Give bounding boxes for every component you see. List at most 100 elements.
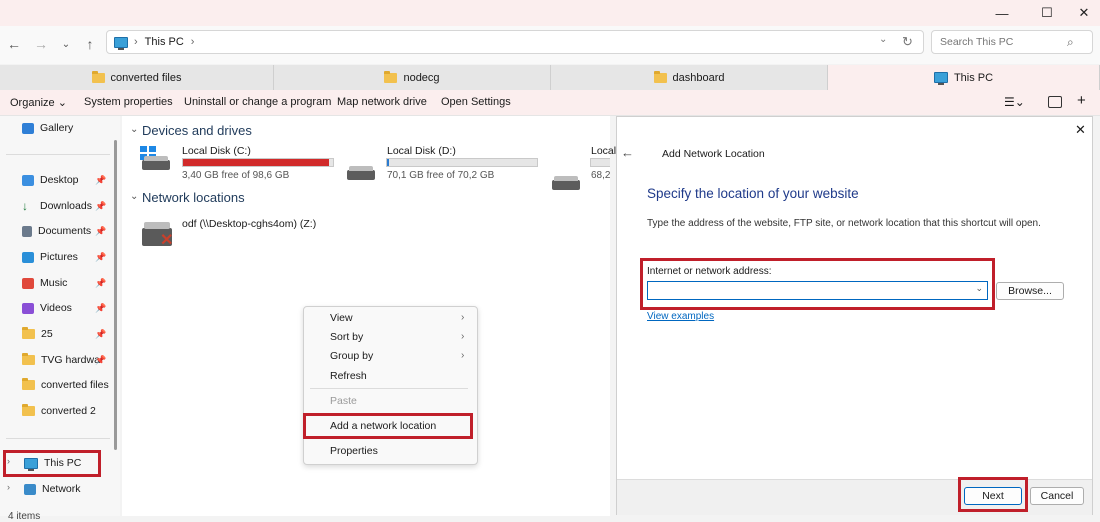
sidebar-item-label: Network xyxy=(42,483,81,495)
sidebar-item-25[interactable]: 25 xyxy=(22,324,53,344)
document-icon xyxy=(22,225,32,237)
disconnected-x-icon: ✕ xyxy=(160,232,174,249)
sidebar-item-videos[interactable]: Videos xyxy=(22,298,72,318)
menu-item-properties[interactable]: Properties xyxy=(330,445,378,457)
collapse-chevron-icon[interactable]: ⌄ xyxy=(130,124,138,135)
music-icon xyxy=(22,277,34,289)
folder-icon xyxy=(22,353,35,365)
close-window-button[interactable]: ✕ xyxy=(1064,0,1100,26)
drive-3-free: 68,2 xyxy=(591,170,611,181)
map-network-drive-button[interactable]: Map network drive xyxy=(337,96,427,108)
dialog-back-arrow-icon[interactable]: ← xyxy=(621,145,634,160)
drive-3-icon xyxy=(552,176,580,190)
sidebar-item-label: Pictures xyxy=(40,251,78,263)
folder-icon xyxy=(22,327,35,339)
pin-icon[interactable]: 📌 xyxy=(95,201,106,212)
sidebar-item-network[interactable]: Network xyxy=(24,479,81,499)
refresh-icon[interactable]: ↻ xyxy=(902,34,913,50)
sidebar-item-pictures[interactable]: Pictures xyxy=(22,247,78,267)
tab-this-pc[interactable]: This PC xyxy=(828,65,1100,90)
folder-icon xyxy=(653,70,667,83)
menu-item-view[interactable]: View xyxy=(330,312,353,324)
new-tab-icon[interactable]: + xyxy=(1077,92,1086,109)
dialog-description: Type the address of the website, FTP sit… xyxy=(647,218,1041,229)
view-options-icon[interactable]: ☰⌄ xyxy=(1004,95,1025,109)
minimize-button[interactable]: — xyxy=(982,0,1022,26)
sidebar-item-gallery[interactable]: Gallery xyxy=(22,118,73,138)
pin-icon[interactable]: 📌 xyxy=(95,303,106,314)
expand-chevron-icon[interactable]: › xyxy=(7,482,10,492)
forward-arrow-icon[interactable]: → xyxy=(30,34,52,54)
sidebar-item-downloads[interactable]: ↓ Downloads xyxy=(22,196,92,216)
sidebar-scrollbar[interactable] xyxy=(114,140,117,450)
up-arrow-icon[interactable]: ↑ xyxy=(79,34,101,54)
search-box[interactable]: ⌕ xyxy=(931,30,1093,54)
sidebar-item-label: Videos xyxy=(40,302,72,314)
highlight-address-field xyxy=(640,258,995,310)
recent-chevron-icon[interactable]: ⌄ xyxy=(55,34,77,54)
collapse-chevron-icon[interactable]: ⌄ xyxy=(130,191,138,202)
pin-icon[interactable]: 📌 xyxy=(95,355,106,366)
address-dropdown-icon[interactable]: ⌄ xyxy=(879,34,887,45)
pin-icon[interactable]: 📌 xyxy=(95,252,106,263)
drive-c-name[interactable]: Local Disk (C:) xyxy=(182,145,251,157)
breadcrumb-separator: › xyxy=(134,36,138,48)
sidebar-item-documents[interactable]: Documents xyxy=(22,221,91,241)
menu-item-sort-by[interactable]: Sort by xyxy=(330,331,363,343)
pin-icon[interactable]: 📌 xyxy=(95,278,106,289)
organize-button[interactable]: Organize ⌄ xyxy=(10,96,67,109)
drive-c-icon xyxy=(142,156,170,170)
gallery-icon xyxy=(22,122,34,134)
menu-item-refresh[interactable]: Refresh xyxy=(330,370,367,382)
drive-c-free: 3,40 GB free of 98,6 GB xyxy=(182,170,290,181)
sidebar-item-tvg-hardware[interactable]: TVG hardwar xyxy=(22,350,103,370)
pin-icon[interactable]: 📌 xyxy=(95,329,106,340)
context-menu xyxy=(303,306,478,465)
search-input[interactable] xyxy=(938,35,1067,49)
network-locations-heading[interactable]: Network locations xyxy=(142,190,245,205)
title-bar xyxy=(0,0,1100,26)
drive-d-icon xyxy=(347,166,375,180)
sidebar-item-converted-files[interactable]: converted files xyxy=(22,375,109,395)
folder-icon xyxy=(91,70,105,83)
sidebar-item-label: converted files xyxy=(41,379,109,391)
sidebar-item-converted-2[interactable]: converted 2 xyxy=(22,401,96,421)
cancel-button[interactable]: Cancel xyxy=(1030,487,1084,505)
status-item-count: 4 items xyxy=(8,511,41,522)
back-arrow-icon[interactable]: ← xyxy=(3,34,25,54)
drive-d-name[interactable]: Local Disk (D:) xyxy=(387,145,456,157)
sidebar-item-label: Desktop xyxy=(40,174,79,186)
browse-button[interactable]: Browse... xyxy=(996,282,1064,300)
dialog-title: Add Network Location xyxy=(662,148,765,160)
open-settings-button[interactable]: Open Settings xyxy=(441,96,511,108)
maximize-button[interactable]: ☐ xyxy=(1027,0,1067,26)
folder-icon xyxy=(22,404,35,416)
submenu-chevron-icon: › xyxy=(461,350,465,361)
dialog-close-icon[interactable]: ✕ xyxy=(1075,122,1086,138)
menu-item-group-by[interactable]: Group by xyxy=(330,350,373,362)
sidebar-divider xyxy=(6,154,110,155)
highlight-this-pc xyxy=(3,450,101,477)
breadcrumb-this-pc[interactable]: This PC xyxy=(145,36,184,48)
pin-icon[interactable]: 📌 xyxy=(95,226,106,237)
video-icon xyxy=(22,302,34,314)
this-pc-icon xyxy=(114,36,128,50)
sidebar-item-label: Downloads xyxy=(40,200,92,212)
devices-heading[interactable]: Devices and drives xyxy=(142,123,252,138)
address-bar[interactable]: › This PC › ⌄ ↻ xyxy=(106,30,924,54)
menu-item-paste: Paste xyxy=(330,395,357,407)
uninstall-program-button[interactable]: Uninstall or change a program xyxy=(184,96,331,108)
view-examples-link[interactable]: View examples xyxy=(647,311,714,322)
tab-converted-files[interactable]: converted files xyxy=(0,65,274,90)
network-drive-name[interactable]: odf (\\Desktop-cghs4om) (Z:) xyxy=(182,218,316,230)
pin-icon[interactable]: 📌 xyxy=(95,175,106,186)
pictures-icon xyxy=(22,251,34,263)
sidebar-item-music[interactable]: Music xyxy=(22,273,67,293)
search-icon[interactable]: ⌕ xyxy=(1067,35,1074,50)
tab-dashboard[interactable]: dashboard xyxy=(551,65,828,90)
details-pane-icon[interactable] xyxy=(1048,96,1062,108)
system-properties-button[interactable]: System properties xyxy=(84,96,173,108)
tab-nodecg[interactable]: nodecg xyxy=(274,65,551,90)
drive-3-name[interactable]: Local xyxy=(591,145,616,157)
sidebar-item-desktop[interactable]: Desktop xyxy=(22,170,79,190)
